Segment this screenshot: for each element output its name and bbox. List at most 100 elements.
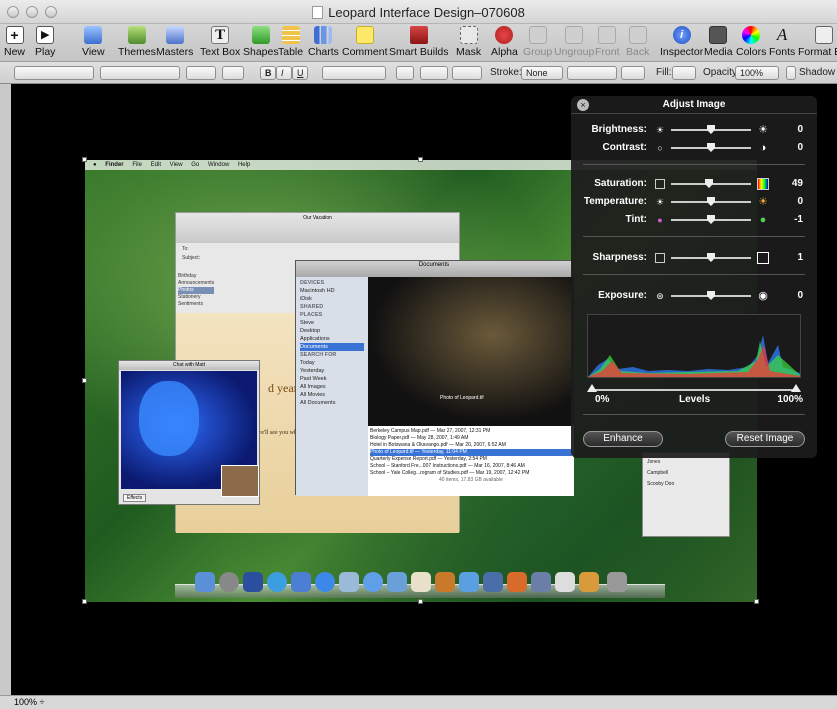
alpha-button[interactable]: Alpha	[491, 26, 518, 58]
fill-color-well[interactable]	[672, 66, 696, 80]
divider	[583, 274, 805, 275]
bold-button[interactable]: B	[260, 66, 276, 80]
underline-button[interactable]: U	[292, 66, 308, 80]
contrast-low-icon: ○	[657, 143, 663, 153]
chat-title: Chat with Matt	[119, 361, 259, 370]
photo-booth-dock-icon	[579, 572, 599, 592]
font-size-popup[interactable]	[186, 66, 216, 80]
levels-max-label: 100%	[777, 394, 803, 405]
mock-dock	[175, 560, 665, 598]
comment-button[interactable]: Comment	[342, 26, 388, 58]
masters-button[interactable]: Masters	[156, 26, 193, 58]
list-item: School – Yale Colleg...rogram of Studies…	[370, 470, 530, 476]
mask-button[interactable]: Mask	[456, 26, 481, 58]
tint-slider[interactable]	[671, 215, 751, 224]
play-button[interactable]: ▶ Play	[35, 26, 55, 58]
video-feed	[121, 371, 259, 497]
media-button[interactable]: Media	[704, 26, 733, 58]
exposure-slider[interactable]	[671, 291, 751, 300]
shadow-label: Shadow	[799, 67, 836, 78]
slider-thumb[interactable]	[705, 179, 713, 188]
vertical-align-button[interactable]	[396, 66, 414, 80]
list-item: Photo of Leopard.tif — Yesterday, 11:04 …	[370, 449, 572, 456]
group-button[interactable]: Group	[523, 26, 552, 58]
resize-handle-br[interactable]	[754, 599, 759, 604]
smart-builds-icon	[409, 26, 428, 44]
back-icon	[628, 26, 647, 44]
italic-button[interactable]: I	[276, 66, 292, 80]
format-bar: B I U Stroke: None Fill: Opacity: 100% S…	[0, 62, 837, 84]
status-bar: 100% ÷	[0, 695, 837, 709]
ungroup-icon	[565, 26, 584, 44]
text-box-button[interactable]: T Text Box	[200, 26, 240, 58]
finder-dock-icon	[195, 572, 215, 592]
charts-button[interactable]: Charts	[308, 26, 339, 58]
resize-handle-left[interactable]	[82, 378, 87, 383]
saturation-slider[interactable]	[671, 179, 751, 188]
resize-handle-bl[interactable]	[82, 599, 87, 604]
text-color-well[interactable]	[222, 66, 244, 80]
slider-thumb[interactable]	[707, 291, 715, 300]
garageband-dock-icon	[435, 572, 455, 592]
shadow-checkbox[interactable]	[786, 66, 796, 80]
line-spacing-popup[interactable]	[420, 66, 448, 80]
temperature-slider[interactable]	[671, 197, 751, 206]
shapes-button[interactable]: Shapes	[243, 26, 279, 58]
ichat-dock-icon	[315, 572, 335, 592]
resize-handle-tl[interactable]	[82, 157, 87, 162]
finder-toolbar: Documents	[296, 261, 572, 277]
effects-button: Effects	[123, 494, 147, 502]
fonts-icon: A	[776, 25, 788, 44]
slider-thumb[interactable]	[707, 143, 715, 152]
imovie-dock-icon	[507, 572, 527, 592]
divider	[583, 414, 805, 415]
slide-navigator-edge	[0, 84, 11, 695]
close-icon[interactable]: ×	[577, 99, 589, 111]
panel-title: Adjust Image	[571, 96, 817, 114]
brightness-slider[interactable]	[671, 125, 751, 134]
ungroup-button[interactable]: Ungroup	[554, 26, 594, 58]
list-popup[interactable]	[452, 66, 482, 80]
window-title: Leopard Interface Design–070608	[0, 5, 837, 20]
slider-thumb[interactable]	[707, 125, 715, 134]
stroke-color-well[interactable]	[621, 66, 645, 80]
stroke-popup[interactable]: None	[521, 66, 563, 80]
levels-white-point-thumb[interactable]	[791, 384, 801, 392]
smart-builds-button[interactable]: Smart Builds	[389, 26, 449, 58]
view-button[interactable]: View	[82, 26, 105, 58]
green-icon: ●	[759, 214, 767, 226]
stroke-width-popup[interactable]	[567, 66, 617, 80]
finder-status: 40 items, 17.83 GB available	[439, 477, 503, 483]
slider-thumb[interactable]	[707, 253, 715, 262]
inspector-icon: i	[672, 26, 691, 44]
mail-to-field: To:	[182, 246, 189, 252]
resize-handle-top[interactable]	[418, 157, 423, 162]
charts-icon	[314, 26, 333, 44]
front-button[interactable]: Front	[595, 26, 620, 58]
contrast-slider[interactable]	[671, 143, 751, 152]
title-bar: Leopard Interface Design–070608	[0, 0, 837, 24]
opacity-popup[interactable]: 100%	[735, 66, 779, 80]
sharpness-slider[interactable]	[671, 253, 751, 262]
format-bar-button[interactable]: Format Bar	[798, 26, 837, 58]
view-icon	[84, 26, 103, 44]
resize-handle-bottom[interactable]	[418, 599, 423, 604]
alignment-buttons[interactable]	[322, 66, 386, 80]
colors-button[interactable]: Colors	[736, 26, 766, 58]
slider-thumb[interactable]	[707, 197, 715, 206]
style-popup[interactable]	[14, 66, 94, 80]
keynote-window: Leopard Interface Design–070608 + New ▶ Pl…	[0, 0, 837, 709]
reset-image-button[interactable]: Reset Image	[725, 431, 805, 447]
levels-black-point-thumb[interactable]	[587, 384, 597, 392]
font-family-popup[interactable]	[100, 66, 180, 80]
table-button[interactable]: Table	[278, 26, 303, 58]
themes-button[interactable]: Themes	[118, 26, 156, 58]
fonts-button[interactable]: A Fonts	[769, 25, 795, 59]
zoom-popup[interactable]: 100% ÷	[14, 697, 44, 707]
levels-label: Levels	[679, 394, 711, 405]
inspector-button[interactable]: i Inspector	[660, 26, 703, 58]
slider-thumb[interactable]	[707, 215, 715, 224]
new-button[interactable]: + New	[4, 26, 25, 58]
enhance-button[interactable]: Enhance	[583, 431, 663, 447]
back-button[interactable]: Back	[626, 26, 649, 58]
